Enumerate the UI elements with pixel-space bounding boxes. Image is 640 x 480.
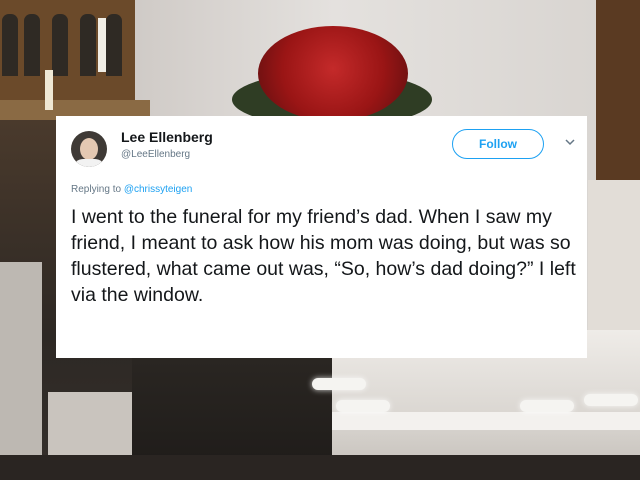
tweet-text: I went to the funeral for my friend’s da… xyxy=(71,206,576,306)
pillar xyxy=(596,0,640,200)
replying-prefix: Replying to xyxy=(71,184,124,195)
follow-button[interactable]: Follow xyxy=(452,129,544,159)
altar-niche xyxy=(106,14,122,76)
coffin-handle xyxy=(520,400,574,412)
red-roses xyxy=(258,26,408,121)
coffin-handle xyxy=(584,394,638,406)
flower-arrangement xyxy=(232,12,432,127)
replying-to: Replying to @chrissyteigen xyxy=(71,184,192,195)
author-handle[interactable]: @LeeEllenberg xyxy=(121,149,190,160)
avatar-face xyxy=(80,138,98,160)
avatar-shirt xyxy=(73,159,105,167)
altar-niche xyxy=(24,14,40,76)
reply-mention-link[interactable]: @chrissyteigen xyxy=(124,184,193,195)
candle xyxy=(98,18,106,72)
floor xyxy=(0,455,640,480)
author-name[interactable]: Lee Ellenberg xyxy=(121,129,213,145)
coffin-handle xyxy=(336,400,390,412)
pew xyxy=(0,262,42,480)
altar-niche xyxy=(52,14,68,76)
coffin-handle xyxy=(312,378,366,390)
altar-niche xyxy=(2,14,18,76)
tweet-card: Lee Ellenberg @LeeEllenberg Follow Reply… xyxy=(56,116,587,358)
coffin-end xyxy=(588,180,640,340)
candle xyxy=(45,70,53,110)
avatar[interactable] xyxy=(71,131,107,167)
chevron-down-icon[interactable] xyxy=(564,136,576,148)
altar-panel xyxy=(0,0,135,110)
altar-niche xyxy=(80,14,96,76)
